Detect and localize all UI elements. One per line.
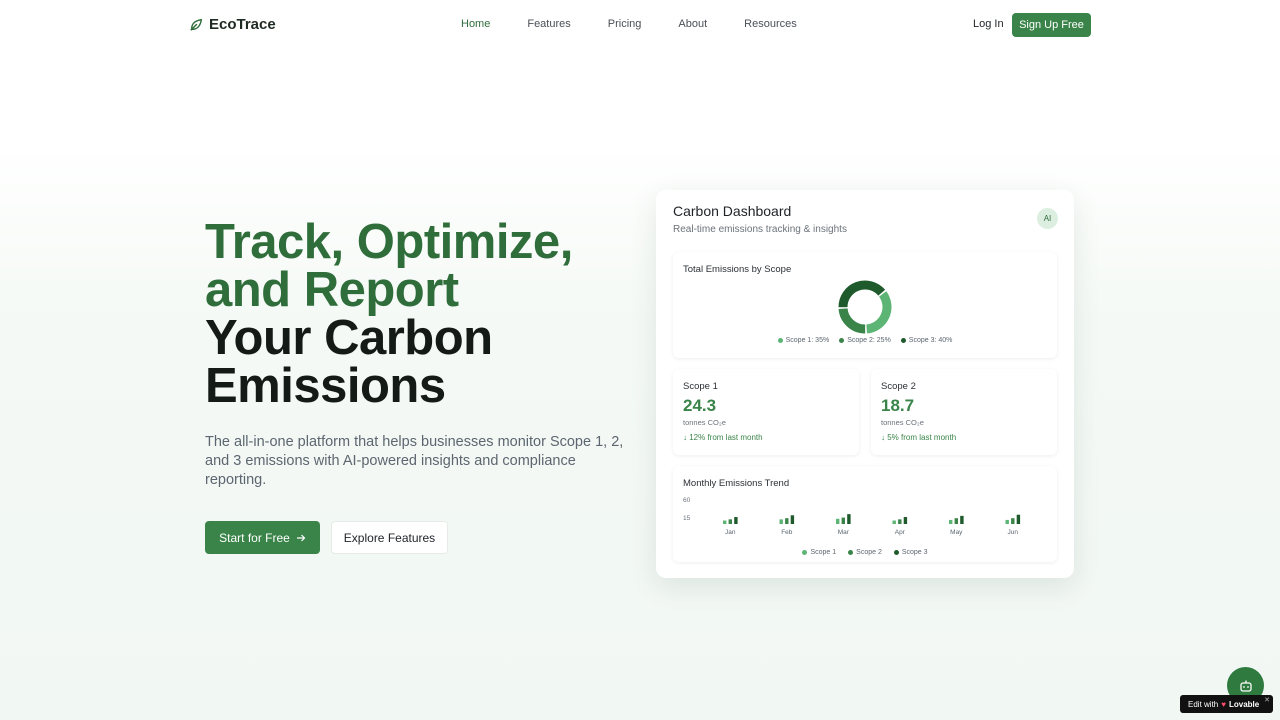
legend-label: Scope 2: 25% xyxy=(847,337,891,344)
trend-legend-item: Scope 3 xyxy=(893,549,928,556)
badge-brand: Lovable xyxy=(1228,699,1260,709)
hero-line-1: Track, Optimize, xyxy=(205,215,573,269)
x-tick-label: Jun xyxy=(1008,529,1019,536)
x-tick-label: Apr xyxy=(895,529,906,536)
scope1-value: 24.3 xyxy=(683,396,717,415)
bar-feb-scope-2 xyxy=(785,518,789,524)
donut-legend-item: Scope 1: 35% xyxy=(777,337,830,344)
scope1-label: Scope 1 xyxy=(683,381,718,392)
scope2-value: 18.7 xyxy=(881,396,915,415)
y-tick-label: 60 xyxy=(683,497,691,504)
nav-links: Home Features Pricing About Resources xyxy=(461,18,834,30)
legend-dot xyxy=(900,338,906,343)
donut-legend: Scope 1: 35% Scope 2: 25% Scope 3: 40% xyxy=(673,337,1057,344)
donut-chart xyxy=(838,280,892,334)
logo[interactable]: EcoTrace xyxy=(189,16,276,33)
trend-legend: Scope 1 Scope 2 Scope 3 xyxy=(673,549,1057,556)
legend-label: Scope 3: 40% xyxy=(908,337,953,344)
nav-link-home[interactable]: Home xyxy=(461,18,490,30)
start-free-button[interactable]: Start for Free xyxy=(205,521,320,554)
bar-apr-scope-2 xyxy=(898,519,902,524)
donut-legend-item: Scope 2: 25% xyxy=(839,337,891,344)
bar-jan-scope-1 xyxy=(723,520,727,524)
x-tick-label: Mar xyxy=(838,529,850,536)
x-tick-label: Jan xyxy=(725,529,736,536)
legend-label: Scope 1: 35% xyxy=(785,337,830,344)
bar-apr-scope-1 xyxy=(892,520,896,524)
bot-icon xyxy=(1239,680,1252,692)
bar-jan-scope-3 xyxy=(734,517,738,524)
bar-feb-scope-1 xyxy=(779,519,783,524)
donut-slice-scope-2 xyxy=(838,308,866,334)
edit-with-lovable-badge[interactable]: Edit with ♥ Lovable ✕ xyxy=(1180,695,1273,713)
badge-prefix: Edit with xyxy=(1188,699,1219,709)
legend-dot xyxy=(802,550,808,555)
donut-legend-item: Scope 3: 40% xyxy=(900,337,953,344)
hero-line-3: Your Carbon xyxy=(205,311,493,365)
legend-dot xyxy=(839,338,845,343)
dashboard-subtitle: Real-time emissions tracking & insights xyxy=(673,224,847,235)
legend-dot xyxy=(893,550,899,555)
legend-dot xyxy=(848,550,854,555)
bar-mar-scope-2 xyxy=(841,517,845,524)
legend-label: Scope 2 xyxy=(856,549,882,556)
scope2-card: Scope 2 18.7 tonnes CO₂e ↓ 5% from last … xyxy=(871,369,1057,455)
hero-line-4: Emissions xyxy=(205,359,446,413)
signup-button[interactable]: Sign Up Free xyxy=(1012,13,1091,37)
scope1-card: Scope 1 24.3 tonnes CO₂e ↓ 12% from last… xyxy=(673,369,859,455)
top-nav: EcoTrace Home Features Pricing About Res… xyxy=(0,0,1280,50)
donut-title: Total Emissions by Scope xyxy=(683,264,792,275)
bar-jun-scope-3 xyxy=(1016,514,1021,524)
login-link[interactable]: Log In xyxy=(973,18,1004,30)
monthly-trend-chart: 60 15 Jan Feb Mar Apr May Jun xyxy=(683,497,1021,536)
bar-jun-scope-2 xyxy=(1011,518,1015,524)
bar-jan-scope-2 xyxy=(728,519,732,524)
nav-link-pricing[interactable]: Pricing xyxy=(608,18,642,30)
nav-link-resources[interactable]: Resources xyxy=(744,18,797,30)
trend-legend-item: Scope 2 xyxy=(848,549,882,556)
logo-text: EcoTrace xyxy=(209,16,276,33)
dashboard-title: Carbon Dashboard xyxy=(673,203,792,219)
bar-mar-scope-3 xyxy=(847,514,851,524)
arrow-right-icon xyxy=(296,534,306,541)
bar-apr-scope-3 xyxy=(903,517,908,524)
leaf-icon xyxy=(190,18,203,31)
bar-may-scope-1 xyxy=(949,519,953,524)
hero-line-2: and Report xyxy=(205,263,459,317)
ai-badge[interactable]: AI xyxy=(1037,208,1058,229)
bar-mar-scope-1 xyxy=(836,518,840,524)
y-tick-label: 15 xyxy=(683,515,691,522)
carbon-dashboard-card: Carbon Dashboard Real-time emissions tra… xyxy=(656,190,1074,578)
nav-link-about[interactable]: About xyxy=(678,18,707,30)
start-free-label: Start for Free xyxy=(219,530,290,545)
bar-may-scope-2 xyxy=(954,518,958,524)
x-tick-label: Feb xyxy=(781,529,793,536)
scope2-change: ↓ 5% from last month xyxy=(881,433,957,442)
scope1-change: ↓ 12% from last month xyxy=(683,433,763,442)
emissions-by-scope-panel: Total Emissions by Scope Scope 1: 35% Sco… xyxy=(673,252,1057,358)
scope2-unit: tonnes CO₂e xyxy=(881,418,924,427)
hero-subtitle: The all-in-one platform that helps busin… xyxy=(205,434,624,488)
x-tick-label: May xyxy=(950,529,963,536)
bar-feb-scope-3 xyxy=(790,515,795,524)
explore-features-button[interactable]: Explore Features xyxy=(331,521,448,554)
legend-dot xyxy=(777,338,783,343)
monthly-trend-panel: Monthly Emissions Trend 60 15 Jan Feb Mar Apr… xyxy=(673,466,1057,562)
bar-jun-scope-1 xyxy=(1005,519,1009,524)
donut-slice-scope-1 xyxy=(866,291,892,334)
legend-label: Scope 1 xyxy=(810,549,837,556)
trend-legend-item: Scope 1 xyxy=(802,549,836,556)
scope1-unit: tonnes CO₂e xyxy=(683,418,726,427)
heart-icon: ♥ xyxy=(1221,699,1226,709)
hero-heading: Track, Optimize, and Report Your Carbon … xyxy=(205,215,573,413)
donut-slice-scope-3 xyxy=(838,280,886,308)
bar-may-scope-3 xyxy=(960,515,964,524)
scope2-label: Scope 2 xyxy=(881,381,916,392)
close-icon[interactable]: ✕ xyxy=(1264,696,1270,704)
legend-label: Scope 3 xyxy=(901,549,928,556)
nav-link-features[interactable]: Features xyxy=(527,18,570,30)
